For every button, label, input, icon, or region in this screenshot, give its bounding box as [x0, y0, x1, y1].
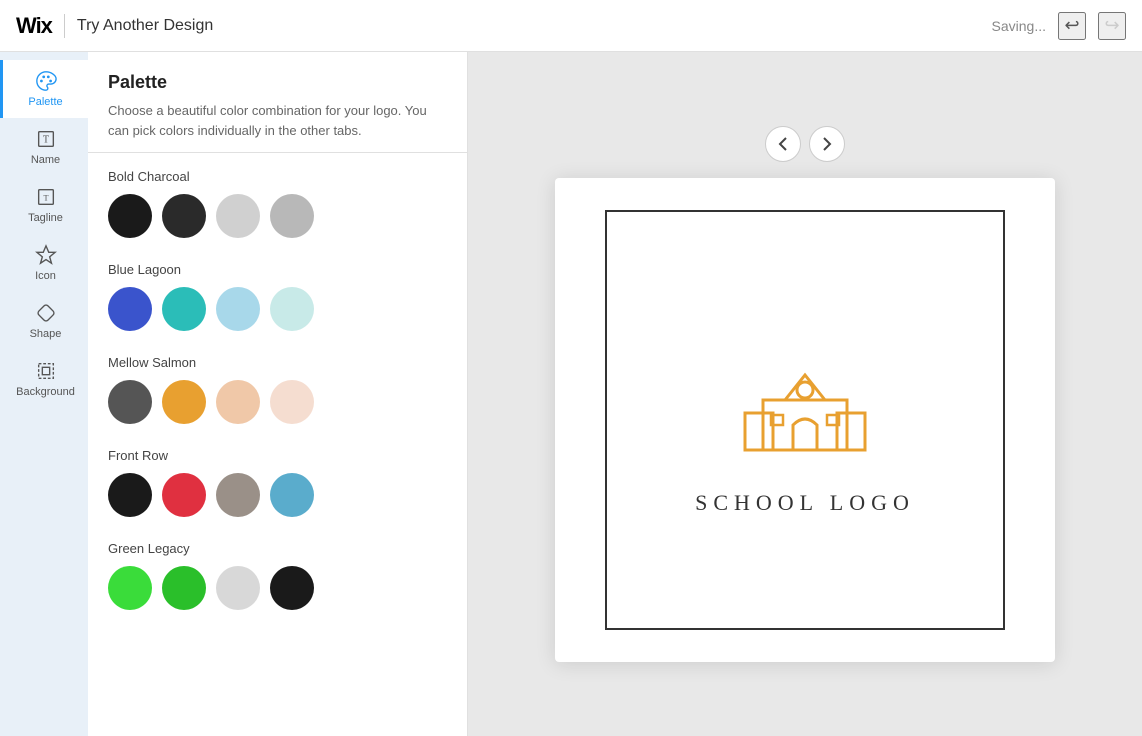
topbar: Wix Try Another Design Saving... ↩ ↪ [0, 0, 1142, 52]
color-swatch[interactable] [108, 566, 152, 610]
redo-button[interactable]: ↪ [1098, 12, 1126, 40]
palette-title: Palette [108, 72, 447, 93]
palette-group-name: Blue Lagoon [108, 262, 447, 277]
sidebar-shape-label: Shape [30, 328, 62, 340]
palette-swatches [108, 566, 447, 610]
color-swatch[interactable] [108, 194, 152, 238]
color-swatch[interactable] [270, 566, 314, 610]
palette-group: Front Row [108, 448, 447, 517]
next-arrow-icon [822, 136, 832, 152]
palette-group-name: Front Row [108, 448, 447, 463]
topbar-right: Saving... ↩ ↪ [992, 12, 1126, 40]
palette-swatches [108, 287, 447, 331]
topbar-divider [64, 14, 65, 38]
svg-text:T: T [43, 194, 48, 203]
palette-swatches [108, 194, 447, 238]
palette-group-name: Bold Charcoal [108, 169, 447, 184]
palette-group-name: Mellow Salmon [108, 355, 447, 370]
sidebar-item-tagline[interactable]: T Tagline [0, 176, 88, 234]
wix-logo: Wix [16, 13, 52, 39]
canvas-card: School Logo [555, 178, 1055, 662]
color-swatch[interactable] [270, 380, 314, 424]
color-swatch[interactable] [162, 287, 206, 331]
color-swatch[interactable] [162, 380, 206, 424]
palette-group: Green Legacy [108, 541, 447, 610]
background-icon [35, 360, 57, 382]
next-design-button[interactable] [809, 126, 845, 162]
sidebar-nav: Palette T Name T Tagline Icon [0, 52, 88, 736]
logo-frame: School Logo [605, 210, 1005, 630]
color-swatch[interactable] [270, 194, 314, 238]
sidebar-name-label: Name [31, 154, 60, 166]
palette-swatches [108, 473, 447, 517]
logo-icon [735, 325, 875, 470]
color-swatch[interactable] [108, 473, 152, 517]
color-swatch[interactable] [108, 287, 152, 331]
color-swatch[interactable] [162, 194, 206, 238]
color-swatch[interactable] [108, 380, 152, 424]
color-swatch[interactable] [216, 566, 260, 610]
palette-list: Bold Charcoal Blue Lagoon Mellow Salmon Fro… [88, 153, 467, 736]
prev-design-button[interactable] [765, 126, 801, 162]
logo-text: School Logo [695, 490, 915, 516]
palette-swatches [108, 380, 447, 424]
canvas-nav [765, 126, 845, 162]
tagline-icon: T [35, 186, 57, 208]
svg-text:T: T [42, 135, 48, 146]
color-swatch[interactable] [216, 473, 260, 517]
color-swatch[interactable] [270, 473, 314, 517]
color-swatch[interactable] [270, 287, 314, 331]
main-area: Palette T Name T Tagline Icon [0, 52, 1142, 736]
palette-group: Bold Charcoal [108, 169, 447, 238]
palette-group-name: Green Legacy [108, 541, 447, 556]
topbar-title: Try Another Design [77, 17, 213, 35]
color-swatch[interactable] [216, 194, 260, 238]
sidebar-item-icon[interactable]: Icon [0, 234, 88, 292]
undo-button[interactable]: ↩ [1058, 12, 1086, 40]
palette-group: Mellow Salmon [108, 355, 447, 424]
palette-description: Choose a beautiful color combination for… [108, 101, 447, 140]
sidebar-tagline-label: Tagline [28, 212, 63, 224]
icon-icon [35, 244, 57, 266]
palette-icon [35, 70, 57, 92]
sidebar-palette-label: Palette [28, 96, 62, 108]
color-swatch[interactable] [216, 287, 260, 331]
prev-arrow-icon [778, 136, 788, 152]
sidebar-item-background[interactable]: Background [0, 350, 88, 408]
color-swatch[interactable] [162, 566, 206, 610]
saving-status: Saving... [992, 18, 1046, 34]
name-icon: T [35, 128, 57, 150]
shape-icon [35, 302, 57, 324]
color-swatch[interactable] [216, 380, 260, 424]
sidebar-background-label: Background [16, 386, 75, 398]
sidebar-item-palette[interactable]: Palette [0, 60, 88, 118]
sidebar-icon-label: Icon [35, 270, 56, 282]
palette-group: Blue Lagoon [108, 262, 447, 331]
palette-panel: Palette Choose a beautiful color combina… [88, 52, 468, 736]
sidebar-item-shape[interactable]: Shape [0, 292, 88, 350]
color-swatch[interactable] [162, 473, 206, 517]
canvas-area: School Logo [468, 52, 1142, 736]
sidebar-item-name[interactable]: T Name [0, 118, 88, 176]
palette-header: Palette Choose a beautiful color combina… [88, 52, 467, 152]
